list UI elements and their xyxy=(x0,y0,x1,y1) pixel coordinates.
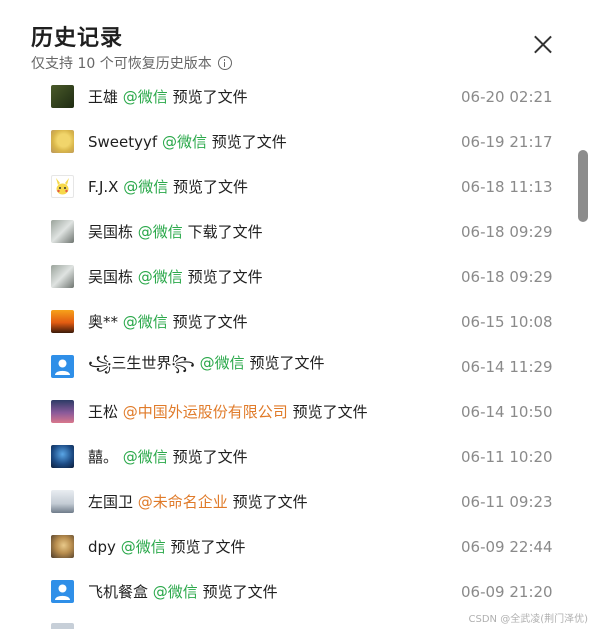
list-item[interactable]: 左国卫 @未命名企业 预览了文件 06-11 09:23 xyxy=(0,479,570,524)
list-item[interactable]: 王松 @中国外运股份有限公司 预览了文件 06-14 10:50 xyxy=(0,389,570,434)
avatar xyxy=(51,445,74,468)
user-name: 吴国栋 xyxy=(88,268,134,286)
source-label: @未命名企业 xyxy=(137,493,228,511)
action-label: 预览了文件 xyxy=(202,583,278,601)
timestamp: 06-18 09:29 xyxy=(461,222,553,241)
source-label: @微信 xyxy=(137,223,183,241)
action-label: 预览了文件 xyxy=(292,403,368,421)
action-label: 下载了文件 xyxy=(187,223,263,241)
source-label: @微信 xyxy=(122,313,168,331)
action-label: 预览了文件 xyxy=(232,493,308,511)
avatar xyxy=(51,220,74,243)
user-name: ꧁三生世界꧂ xyxy=(88,354,195,372)
user-name: 吴国栋 xyxy=(88,223,134,241)
timestamp: 06-14 10:50 xyxy=(461,402,553,421)
timestamp: 06-09 21:20 xyxy=(461,582,553,601)
dialog-subtitle: 仅支持 10 个可恢复历史版本 xyxy=(31,53,232,73)
close-icon[interactable] xyxy=(532,33,554,55)
user-name: 飞机餐盒 xyxy=(88,583,149,601)
source-label: @微信 xyxy=(161,133,207,151)
user-name: 囍。 xyxy=(88,448,119,466)
timestamp: 06-19 21:17 xyxy=(461,132,553,151)
avatar xyxy=(51,535,74,558)
source-label: @微信 xyxy=(123,178,169,196)
default-user-icon xyxy=(55,359,70,375)
info-icon[interactable] xyxy=(217,56,232,70)
source-label: @微信 xyxy=(122,88,168,106)
list-item[interactable]: 囍。 @微信 预览了文件 06-11 10:20 xyxy=(0,434,570,479)
dialog-title: 历史记录 xyxy=(31,26,124,51)
action-label: 预览了文件 xyxy=(249,354,325,372)
timestamp: 06-20 02:21 xyxy=(461,87,553,106)
list-item[interactable]: F.J.X @微信 预览了文件 06-18 11:13 xyxy=(0,164,570,209)
avatar-partial xyxy=(51,623,74,629)
action-label: 预览了文件 xyxy=(187,268,263,286)
user-name: 王松 xyxy=(88,403,119,421)
source-label: @微信 xyxy=(120,538,166,556)
list-item[interactable]: ꧁三生世界꧂ @微信 预览了文件 06-14 11:29 xyxy=(0,344,570,389)
user-name: F.J.X xyxy=(88,178,119,196)
list-item[interactable]: Sweetyyf @微信 预览了文件 06-19 21:17 xyxy=(0,119,570,164)
user-name: 奥** xyxy=(88,313,119,331)
source-label: @微信 xyxy=(137,268,183,286)
user-name: 王雄 xyxy=(88,88,119,106)
timestamp: 06-11 09:23 xyxy=(461,492,553,511)
scrollbar-thumb[interactable] xyxy=(578,150,588,222)
action-label: 预览了文件 xyxy=(172,88,248,106)
list-item[interactable]: 吴国栋 @微信 下载了文件 06-18 09:29 xyxy=(0,209,570,254)
action-label: 预览了文件 xyxy=(172,448,248,466)
list-item[interactable]: 吴国栋 @微信 预览了文件 06-18 09:29 xyxy=(0,254,570,299)
watermark: CSDN @全武凌(荆门泽优) xyxy=(468,614,589,625)
timestamp: 06-09 22:44 xyxy=(461,537,553,556)
avatar xyxy=(51,580,74,603)
avatar xyxy=(51,400,74,423)
pikachu-icon xyxy=(56,178,69,195)
user-name: 左国卫 xyxy=(88,493,134,511)
list-item[interactable]: dpy @微信 预览了文件 06-09 22:44 xyxy=(0,524,570,569)
source-label: @微信 xyxy=(122,448,168,466)
source-label: @微信 xyxy=(152,583,198,601)
default-user-icon xyxy=(55,584,70,600)
timestamp: 06-18 11:13 xyxy=(461,177,553,196)
source-label: @中国外运股份有限公司 xyxy=(122,403,288,421)
action-label: 预览了文件 xyxy=(173,178,249,196)
history-dialog: 历史记录 仅支持 10 个可恢复历史版本 王雄 @微信 预览了文件 06-20 … xyxy=(0,0,592,629)
history-list[interactable]: 王雄 @微信 预览了文件 06-20 02:21 Sweetyyf @微信 预览… xyxy=(0,74,592,629)
avatar xyxy=(51,355,74,378)
action-label: 预览了文件 xyxy=(170,538,246,556)
avatar xyxy=(51,490,74,513)
user-name: Sweetyyf xyxy=(88,133,158,151)
action-label: 预览了文件 xyxy=(172,313,248,331)
list-item[interactable]: 奥** @微信 预览了文件 06-15 10:08 xyxy=(0,299,570,344)
action-label: 预览了文件 xyxy=(211,133,287,151)
timestamp: 06-11 10:20 xyxy=(461,447,553,466)
timestamp: 06-15 10:08 xyxy=(461,312,553,331)
list-item[interactable]: 王雄 @微信 预览了文件 06-20 02:21 xyxy=(0,74,570,119)
list-item[interactable]: 飞机餐盒 @微信 预览了文件 06-09 21:20 xyxy=(0,569,570,614)
timestamp: 06-18 09:29 xyxy=(461,267,553,286)
avatar xyxy=(51,175,74,198)
avatar xyxy=(51,265,74,288)
source-label: @微信 xyxy=(199,354,245,372)
user-name: dpy xyxy=(88,538,116,556)
avatar xyxy=(51,85,74,108)
avatar xyxy=(51,310,74,333)
timestamp: 06-14 11:29 xyxy=(461,357,553,376)
subtitle-text: 仅支持 10 个可恢复历史版本 xyxy=(31,56,212,72)
avatar xyxy=(51,130,74,153)
